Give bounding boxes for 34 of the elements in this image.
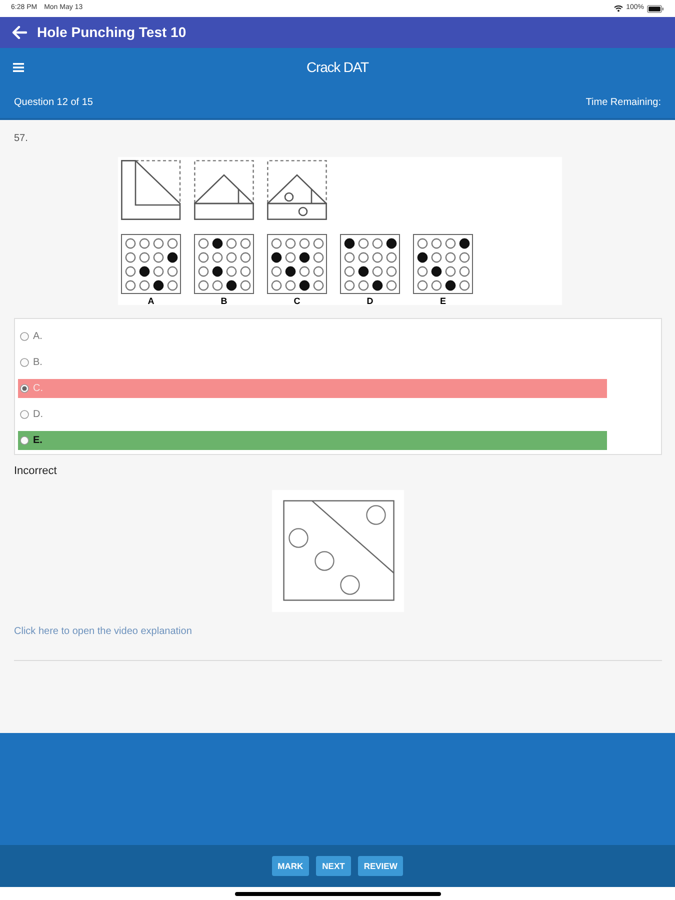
choice-letter: E	[440, 296, 446, 306]
toolbar-button[interactable]: MARK	[272, 856, 310, 876]
fold-step-drawing	[194, 160, 254, 220]
radio-button[interactable]	[20, 358, 29, 367]
answer-option[interactable]: E.	[18, 431, 607, 450]
time-remaining-label: Time Remaining:	[586, 96, 661, 110]
choice-letter: B	[220, 296, 228, 306]
fold-step-drawing	[121, 160, 181, 220]
answer-option[interactable]: C.	[18, 379, 607, 398]
battery-icon	[647, 4, 664, 12]
radio-button[interactable]	[20, 410, 29, 419]
app-title: Crack DAT	[306, 58, 368, 76]
answer-option[interactable]: D.	[18, 405, 47, 424]
radio-button[interactable]	[20, 332, 29, 341]
radio-button[interactable]	[20, 436, 29, 445]
toolbar-button[interactable]: REVIEW	[358, 856, 404, 876]
feedback-text: Incorrect	[14, 465, 57, 478]
toolbar-button[interactable]: NEXT	[316, 856, 351, 876]
fold-step-drawing	[267, 160, 327, 220]
back-button[interactable]	[11, 24, 27, 40]
choice-letter: D	[366, 296, 374, 306]
screen-title: Hole Punching Test 10	[37, 23, 186, 42]
radio-button[interactable]	[20, 384, 29, 393]
question-number: 57.	[14, 133, 28, 145]
answer-option[interactable]: A.	[18, 327, 46, 346]
wifi-icon	[614, 5, 624, 12]
choice-letter: A	[148, 296, 154, 306]
menu-icon	[13, 62, 24, 72]
video-explanation-link[interactable]: Click here to open the video explanation	[14, 626, 192, 638]
back-arrow-icon	[12, 26, 26, 39]
question-count-text: Question 12 of 15	[14, 96, 93, 110]
choice-letter: C	[294, 296, 300, 306]
menu-button[interactable]	[13, 62, 25, 72]
answer-option[interactable]: B.	[18, 353, 46, 372]
